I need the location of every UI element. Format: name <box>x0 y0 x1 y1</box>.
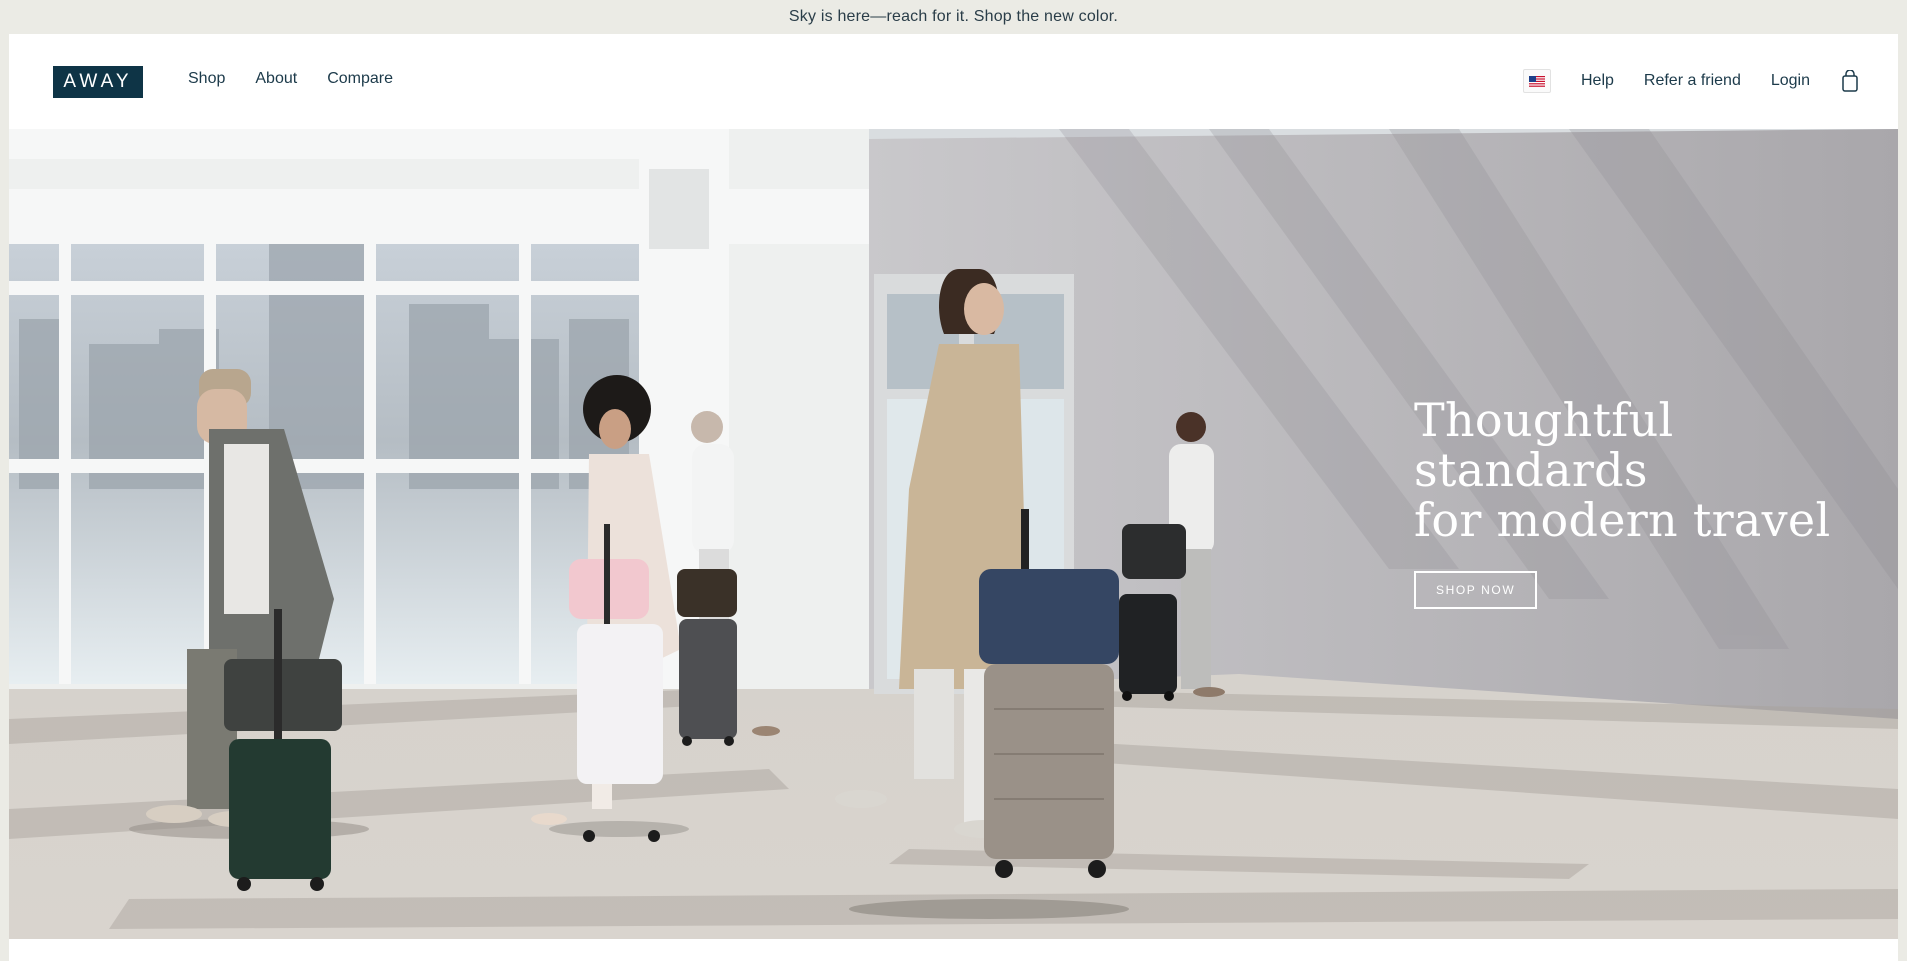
us-flag-icon <box>1529 75 1545 87</box>
primary-nav: Shop About Compare <box>188 70 393 88</box>
nav-refer-a-friend[interactable]: Refer a friend <box>1644 72 1741 90</box>
hero-copy: Thoughtful standards for modern travel S… <box>1414 395 1884 609</box>
nav-login[interactable]: Login <box>1771 72 1810 90</box>
utility-nav: Help Refer a friend Login <box>1523 66 1860 96</box>
nav-about[interactable]: About <box>255 70 297 88</box>
hero-banner: Thoughtful standards for modern travel S… <box>9 129 1898 939</box>
page-frame: AWAY Shop About Compare Help Refer a fri… <box>9 34 1898 961</box>
site-header: AWAY Shop About Compare Help Refer a fri… <box>9 34 1898 129</box>
announcement-text[interactable]: Sky is here—reach for it. Shop the new c… <box>789 8 1118 26</box>
cart-button[interactable] <box>1840 68 1860 94</box>
hero-headline-line-2: for modern travel <box>1414 493 1831 547</box>
shopping-bag-icon <box>1842 70 1858 92</box>
away-logo[interactable]: AWAY <box>53 66 143 98</box>
nav-help[interactable]: Help <box>1581 72 1614 90</box>
hero-headline-line-1: Thoughtful standards <box>1414 393 1674 497</box>
below-fold-section <box>9 939 1898 961</box>
country-selector[interactable] <box>1523 69 1551 93</box>
nav-shop[interactable]: Shop <box>188 70 225 88</box>
announcement-bar[interactable]: Sky is here—reach for it. Shop the new c… <box>0 0 1907 34</box>
hero-headline: Thoughtful standards for modern travel <box>1414 395 1884 545</box>
shop-now-button[interactable]: SHOP NOW <box>1414 571 1538 609</box>
nav-compare[interactable]: Compare <box>327 70 393 88</box>
